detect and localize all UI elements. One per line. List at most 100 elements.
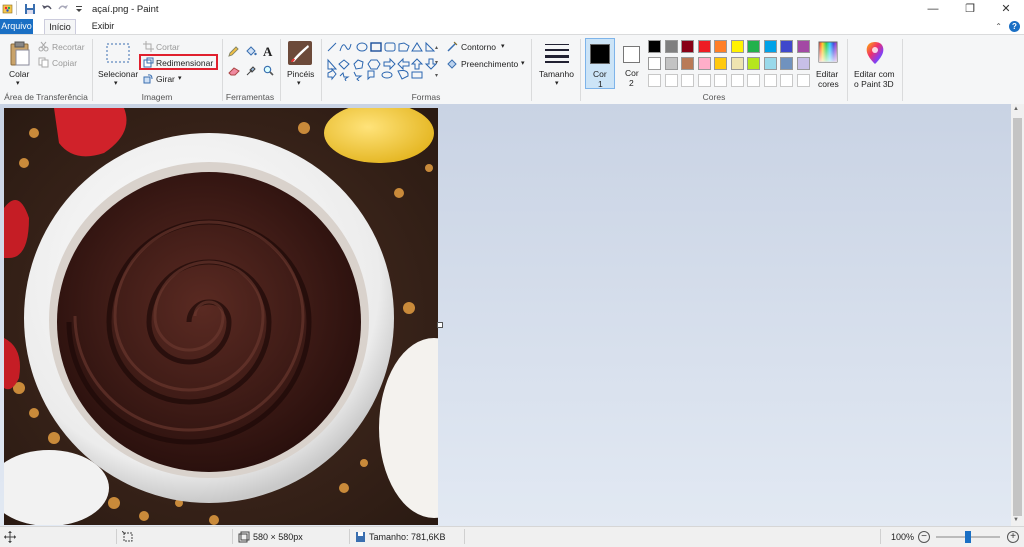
palette-empty-swatch[interactable]: [664, 74, 678, 87]
color1-label: Cor: [593, 69, 607, 79]
palette-color-swatch[interactable]: [681, 40, 694, 53]
cut-button[interactable]: Recortar: [52, 42, 85, 52]
paste-button[interactable]: Colar: [9, 69, 29, 79]
undo-icon[interactable]: [41, 3, 53, 15]
palette-empty-swatch[interactable]: [780, 74, 793, 87]
palette-color-swatch[interactable]: [681, 57, 694, 70]
palette-color-swatch[interactable]: [664, 57, 678, 70]
paste-dropdown-icon[interactable]: ▾: [16, 79, 20, 87]
copy-icon[interactable]: [38, 57, 49, 68]
palette-empty-swatch[interactable]: [714, 74, 727, 87]
outline-icon[interactable]: [447, 41, 458, 52]
collapse-ribbon-icon[interactable]: ⌃: [995, 22, 1002, 31]
palette-color-swatch[interactable]: [780, 57, 793, 70]
color1-selector[interactable]: Cor 1: [585, 38, 615, 89]
resize-button[interactable]: Redimensionar: [156, 58, 213, 68]
select-dropdown-icon[interactable]: ▾: [114, 79, 118, 87]
palette-empty-swatch[interactable]: [697, 74, 711, 87]
fill-dropdown-icon[interactable]: ▾: [521, 59, 525, 67]
palette-color-swatch[interactable]: [796, 40, 810, 53]
brushes-button[interactable]: Pincéis: [287, 69, 314, 79]
palette-empty-swatch[interactable]: [681, 74, 694, 87]
palette-color-swatch[interactable]: [697, 57, 711, 70]
help-icon[interactable]: ?: [1009, 21, 1020, 32]
palette-color-swatch[interactable]: [648, 40, 661, 53]
color2-selector[interactable]: Cor 2: [619, 38, 645, 89]
rotate-button[interactable]: Girar: [156, 74, 175, 84]
color-picker-icon[interactable]: [246, 65, 257, 76]
palette-color-swatch[interactable]: [747, 57, 760, 70]
copy-button[interactable]: Copiar: [52, 58, 77, 68]
status-bar: 580 × 580px Tamanho: 781,6KB 100% − +: [0, 526, 1024, 547]
tab-arquivo[interactable]: Arquivo: [0, 19, 33, 34]
fill-bucket-icon[interactable]: [245, 45, 257, 57]
palette-color-swatch[interactable]: [664, 40, 678, 53]
tab-inicio[interactable]: Início: [44, 19, 76, 35]
paste-icon[interactable]: [9, 41, 31, 67]
palette-empty-swatch[interactable]: [730, 74, 744, 87]
rotate-icon[interactable]: [143, 73, 154, 84]
outline-dropdown-icon[interactable]: ▾: [501, 42, 505, 50]
paint3d-icon[interactable]: [864, 41, 886, 65]
redo-icon[interactable]: [57, 3, 69, 15]
pencil-icon[interactable]: [228, 46, 239, 57]
palette-color-swatch[interactable]: [780, 40, 793, 53]
palette-empty-swatch[interactable]: [796, 74, 810, 87]
resize-icon[interactable]: [143, 57, 154, 68]
palette-color-swatch[interactable]: [730, 57, 744, 70]
palette-color-swatch[interactable]: [763, 57, 777, 70]
fill-button[interactable]: Preenchimento: [461, 59, 518, 69]
vertical-scroll-thumb[interactable]: [1013, 118, 1022, 516]
palette-color-swatch[interactable]: [747, 40, 760, 53]
outline-button[interactable]: Contorno: [461, 42, 496, 52]
zoom-in-button[interactable]: +: [1007, 531, 1019, 543]
magnifier-icon[interactable]: [263, 65, 274, 76]
customize-quick-access-icon[interactable]: [73, 3, 85, 15]
palette-color-swatch[interactable]: [714, 57, 727, 70]
scroll-down-icon[interactable]: ▼: [1013, 517, 1019, 523]
crop-icon[interactable]: [143, 41, 154, 52]
canvas-image[interactable]: [4, 108, 438, 525]
zoom-out-button[interactable]: −: [918, 531, 930, 543]
ribbon: Colar ▾ Recortar Copiar Área de Transfer…: [0, 34, 1024, 106]
palette-color-swatch[interactable]: [648, 57, 661, 70]
select-button[interactable]: Selecionar: [98, 69, 138, 79]
minimize-button[interactable]: —: [915, 0, 951, 18]
close-button[interactable]: ✕: [988, 0, 1024, 18]
rotate-dropdown-icon[interactable]: ▾: [178, 74, 182, 82]
palette-empty-swatch[interactable]: [648, 74, 661, 87]
cut-icon[interactable]: [38, 41, 49, 52]
edit-colors-label[interactable]: Editar: [816, 69, 838, 79]
tab-exibir[interactable]: Exibir: [88, 19, 118, 34]
select-icon[interactable]: [105, 42, 131, 64]
palette-color-swatch[interactable]: [763, 40, 777, 53]
crop-button[interactable]: Cortar: [156, 42, 180, 52]
size-icon[interactable]: [545, 43, 569, 63]
paint3d-label[interactable]: Editar com: [854, 69, 895, 79]
size-dropdown-icon[interactable]: ▾: [555, 79, 559, 87]
separator: [232, 529, 233, 544]
palette-empty-swatch[interactable]: [763, 74, 777, 87]
text-tool-icon[interactable]: A: [263, 44, 272, 60]
color1-number: 1: [598, 79, 603, 89]
palette-color-swatch[interactable]: [796, 57, 810, 70]
eraser-icon[interactable]: [228, 66, 240, 76]
edit-colors-icon[interactable]: [818, 41, 838, 63]
scroll-up-icon[interactable]: ▲: [1013, 106, 1019, 112]
shapes-gallery[interactable]: ▴ ▾ ▾: [326, 41, 442, 81]
edit-colors-label-2[interactable]: cores: [818, 79, 839, 89]
palette-empty-swatch[interactable]: [747, 74, 760, 87]
size-button[interactable]: Tamanho: [539, 69, 574, 79]
color2-label: Cor: [625, 68, 639, 78]
restore-button[interactable]: ❐: [952, 0, 988, 18]
palette-color-swatch[interactable]: [697, 40, 711, 53]
palette-color-swatch[interactable]: [730, 40, 744, 53]
brushes-icon[interactable]: [288, 41, 312, 65]
zoom-slider-thumb[interactable]: [965, 531, 971, 543]
fill-icon[interactable]: [447, 58, 458, 69]
canvas-resize-handle[interactable]: [437, 322, 443, 328]
palette-color-swatch[interactable]: [714, 40, 727, 53]
paint3d-label-2[interactable]: o Paint 3D: [854, 79, 894, 89]
brushes-dropdown-icon[interactable]: ▾: [297, 79, 301, 87]
save-icon[interactable]: [24, 3, 36, 15]
